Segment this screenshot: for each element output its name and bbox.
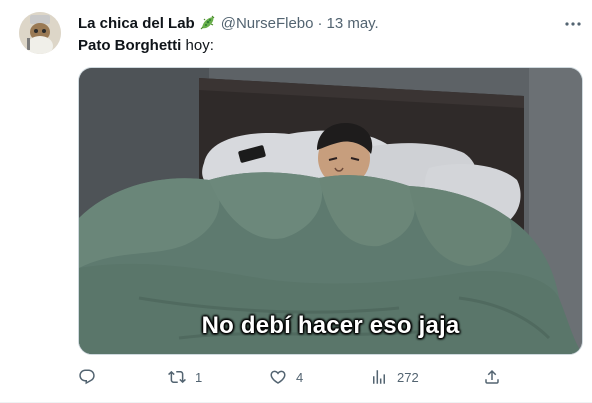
share-icon [485,369,499,384]
views-icon [373,370,385,384]
retweet-button[interactable]: 1 [168,366,202,388]
like-button[interactable]: 4 [269,366,303,388]
tweet-header: La chica del Lab @NurseFlebo · 13 may. [78,12,379,34]
mentioned-name: Pato Borghetti [78,37,182,54]
author-display-name[interactable]: La chica del Lab [78,15,195,32]
retweet-count: 1 [195,369,203,385]
reply-button[interactable] [78,366,96,388]
author-handle[interactable]: @NurseFlebo [221,15,314,32]
tweet[interactable]: La chica del Lab @NurseFlebo · 13 may. P… [0,0,592,403]
views-button[interactable]: 272 [370,366,419,388]
more-options-icon[interactable] [562,13,584,35]
views-count: 272 [397,369,419,385]
share-button[interactable] [483,366,501,388]
avatar[interactable] [19,12,61,54]
separator-dot: · [317,14,323,32]
tweet-date[interactable]: 13 may. [326,15,378,32]
tweet-text-rest: hoy: [181,37,214,54]
reply-icon [79,369,95,385]
heart-icon [270,370,286,384]
microbe-emoji-icon [199,14,217,32]
avatar-image [19,12,61,54]
tweet-media[interactable]: No debí hacer eso jaja [78,67,583,355]
meme-caption: No debí hacer eso jaja [201,312,460,339]
retweet-icon [168,370,186,384]
tweet-text: Pato Borghetti hoy: [78,36,214,56]
like-count: 4 [296,369,304,385]
